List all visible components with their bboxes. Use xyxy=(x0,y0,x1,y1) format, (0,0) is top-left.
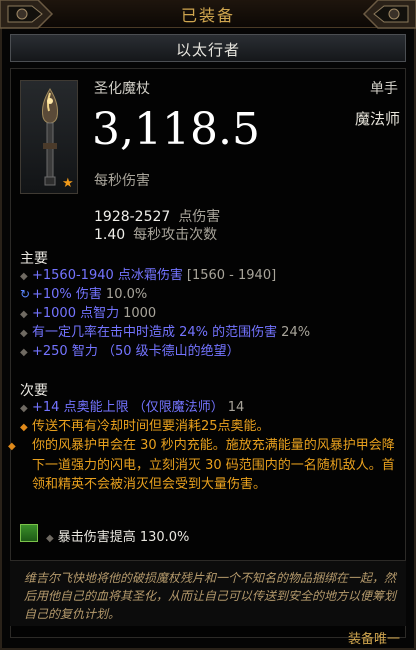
secondary-section-title: 次要 xyxy=(20,383,48,399)
star-icon: ★ xyxy=(62,176,74,191)
damage-label: 点伤害 xyxy=(178,209,221,225)
right-ornament-icon xyxy=(362,0,416,29)
primary-affix: ◆ +1560-1940 点冰霜伤害 [1560 - 1940] xyxy=(20,266,400,286)
item-name-bar: 以太行者 xyxy=(10,34,406,62)
dps-value: 3,118.5 xyxy=(92,104,260,155)
item-class: 魔法师 xyxy=(354,110,400,128)
diamond-bullet-icon: ◆ xyxy=(20,271,28,282)
legendary-bullet-icon: ◆ xyxy=(20,422,28,433)
gem-socket-icon xyxy=(20,524,38,542)
diamond-bullet-icon: ◆ xyxy=(20,328,28,339)
flavor-section: 维吉尔飞快地将他的破损魔杖残片和一个不知名的物品捆绑在一起，然后用他自己的血将其… xyxy=(10,560,406,626)
diamond-bullet-icon: ◆ xyxy=(20,347,28,358)
dps-label: 每秒伤害 xyxy=(94,173,150,189)
damage-range-line: 1928-2527 点伤害 xyxy=(94,206,220,226)
diamond-bullet-icon: ◆ xyxy=(20,309,28,320)
damage-range: 1928-2527 xyxy=(94,209,171,225)
attack-speed-line: 1.40 每秒攻击次数 xyxy=(94,224,217,244)
primary-affix: ◆ +1000 点智力 1000 xyxy=(20,304,400,324)
diamond-bullet-icon: ◆ xyxy=(46,533,54,544)
attack-speed: 1.40 xyxy=(94,227,126,243)
primary-affix: ◆ +250 智力 （50 级卡德山的绝望） xyxy=(20,342,400,362)
secondary-affix: ◆ +14 点奥能上限 （仅限魔法师） 14 xyxy=(20,398,400,418)
account-bound-label: 装备唯一 xyxy=(347,632,400,647)
diamond-bullet-icon: ◆ xyxy=(20,403,28,414)
primary-affix: ◆ 有一定几率在击中时造成 24% 的范围伤害 24% xyxy=(20,323,400,343)
flavor-text: 维吉尔飞快地将他的破损魔杖残片和一个不知名的物品捆绑在一起，然后用他自己的血将其… xyxy=(24,571,397,621)
item-type: 圣化魔杖 xyxy=(94,81,150,97)
attack-speed-label: 每秒攻击次数 xyxy=(133,227,218,243)
primary-affix: ↻ +10% 伤害 10.0% xyxy=(20,287,148,302)
legendary-bullet-icon: ◆ xyxy=(8,441,16,452)
legendary-affix: ◆ 传送不再有冷却时间但要消耗25点奥能。 xyxy=(20,417,400,437)
legendary-affix: ◆ 你的风暴护甲会在 30 秒内充能。施放充满能量的风暴护甲会降下一道强力的闪电，… xyxy=(8,438,395,492)
header-bar: 已装备 xyxy=(0,0,416,29)
header-title: 已装备 xyxy=(180,6,235,25)
reroll-icon: ↻ xyxy=(20,287,31,301)
item-name: 以太行者 xyxy=(175,41,240,59)
gem-effect: ◆ 暴击伤害提高 130.0% xyxy=(46,530,190,545)
primary-section-title: 主要 xyxy=(20,251,48,267)
item-slot: 单手 xyxy=(370,81,398,97)
